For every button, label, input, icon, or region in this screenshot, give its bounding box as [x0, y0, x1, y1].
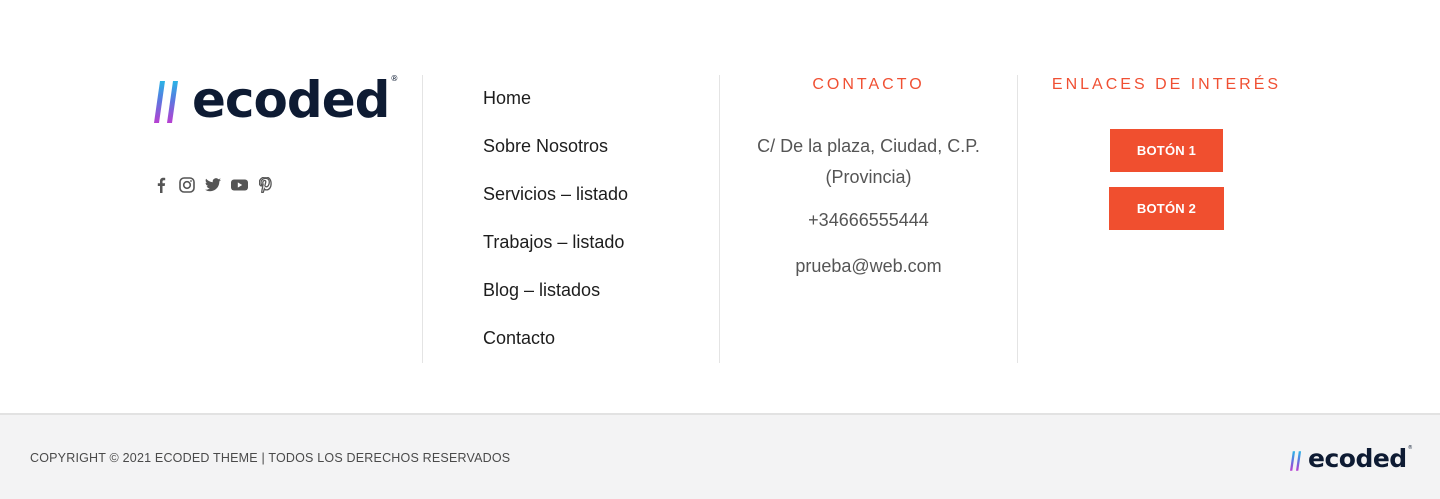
- menu-link-blog[interactable]: Blog – listados: [483, 278, 600, 303]
- menu-item-servicios: Servicios – listado: [483, 182, 628, 230]
- logo-mark-icon: [154, 81, 178, 123]
- logo-wordmark: ecoded: [192, 71, 390, 129]
- menu-link-home[interactable]: Home: [483, 86, 531, 111]
- facebook-icon[interactable]: [152, 176, 170, 194]
- contact-heading: CONTACTO: [812, 76, 925, 93]
- copyright-text: COPYRIGHT © 2021 ECODED THEME | TODOS LO…: [30, 451, 511, 465]
- column-divider: [422, 75, 423, 363]
- social-links: [152, 176, 274, 194]
- column-divider: [1017, 75, 1018, 363]
- logo-registered-mark: ®: [390, 74, 399, 83]
- instagram-icon[interactable]: [178, 176, 196, 194]
- brand-logo-small[interactable]: ecoded ®: [1290, 443, 1413, 473]
- youtube-icon[interactable]: [230, 176, 248, 194]
- menu-link-servicios[interactable]: Servicios – listado: [483, 182, 628, 207]
- menu-link-contacto[interactable]: Contacto: [483, 326, 555, 351]
- boton-1-button[interactable]: BOTÓN 1: [1110, 129, 1223, 172]
- twitter-icon[interactable]: [204, 176, 222, 194]
- footer-menu: Home Sobre Nosotros Servicios – listado …: [483, 86, 628, 374]
- address-line-1: C/ De la plaza, Ciudad, C.P.: [757, 136, 980, 156]
- footer-bottom-bar: COPYRIGHT © 2021 ECODED THEME | TODOS LO…: [0, 413, 1440, 499]
- contact-email[interactable]: prueba@web.com: [720, 254, 1017, 279]
- menu-link-sobre-nosotros[interactable]: Sobre Nosotros: [483, 134, 608, 159]
- logo-mark-icon: [1290, 451, 1302, 471]
- boton-2-button[interactable]: BOTÓN 2: [1109, 187, 1224, 230]
- menu-item-contacto: Contacto: [483, 326, 628, 374]
- menu-item-sobre-nosotros: Sobre Nosotros: [483, 134, 628, 182]
- brand-logo[interactable]: ecoded ®: [154, 72, 398, 128]
- contact-address: C/ De la plaza, Ciudad, C.P. (Provincia): [720, 131, 1017, 193]
- pinterest-icon[interactable]: [256, 176, 274, 194]
- logo-registered-mark: ®: [1407, 445, 1413, 451]
- links-heading: ENLACES DE INTERÉS: [1051, 76, 1282, 93]
- menu-item-trabajos: Trabajos – listado: [483, 230, 628, 278]
- contact-phone[interactable]: +34666555444: [720, 208, 1017, 233]
- menu-link-trabajos[interactable]: Trabajos – listado: [483, 230, 624, 255]
- footer-top: ecoded ® Home Sobre Nosotros Servicios –…: [0, 0, 1440, 413]
- address-line-2: (Provincia): [825, 167, 912, 187]
- logo-wordmark: ecoded: [1308, 444, 1407, 473]
- menu-item-home: Home: [483, 86, 628, 134]
- menu-item-blog: Blog – listados: [483, 278, 628, 326]
